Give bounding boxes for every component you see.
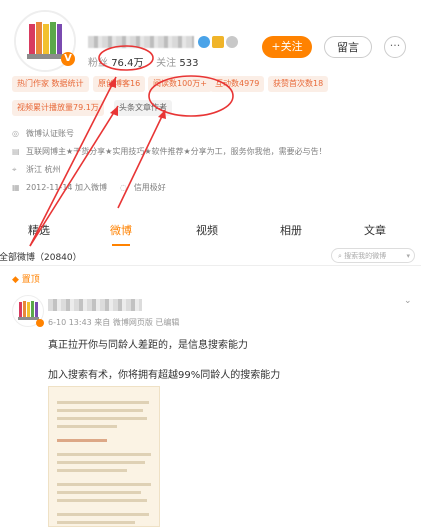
tab-article[interactable]: 文章 bbox=[364, 222, 386, 238]
info-verified: ◎ 微博认证账号 bbox=[12, 129, 74, 138]
all-posts-label[interactable]: 全部微博（20840） bbox=[0, 250, 82, 263]
verified-badge-icon: V bbox=[61, 52, 75, 66]
post-author-blurred bbox=[48, 299, 142, 311]
info-intro: ▤ 互联网博主★干货分享★实用技巧★软件推荐★分享为工，服务你我他，需要必与告！ bbox=[12, 147, 327, 156]
credit-text: 信用极好 bbox=[133, 183, 166, 192]
following-count[interactable]: 533 bbox=[179, 58, 198, 69]
info-location: ⌖ 浙江 杭州 bbox=[12, 165, 61, 174]
tag-video-plays[interactable]: 视频累计播放量79.1万 bbox=[12, 100, 104, 116]
tab-featured[interactable]: 精选 bbox=[28, 222, 50, 238]
tab-video[interactable]: 视频 bbox=[196, 222, 218, 238]
chevron-down-icon[interactable]: ▾ bbox=[406, 249, 410, 264]
profile-stats: 粉丝 76.4万 关注 533 bbox=[88, 54, 198, 69]
location-icon: ⌖ bbox=[12, 165, 17, 174]
tab-album[interactable]: 相册 bbox=[280, 222, 302, 238]
divider bbox=[0, 265, 421, 266]
more-button[interactable]: ··· bbox=[384, 36, 406, 58]
search-input[interactable]: ⌕ 搜索我的微博 ▾ bbox=[331, 248, 415, 263]
profile-card: V 粉丝 76.4万 关注 533 +关注 留言 ··· 热门作家 数据统计 原… bbox=[0, 0, 421, 248]
post-text-line1: 真正拉开你与同龄人差距的，是信息搜索能力 bbox=[48, 340, 248, 351]
post-meta: 6-10 13:43 来自 微博网页版 已编辑 bbox=[48, 318, 180, 327]
shield-icon: ◎ bbox=[12, 129, 19, 138]
post-verified-icon bbox=[36, 319, 44, 327]
info-joined: ▦ 2012-11-14 加入微博 ◌ 信用极好 bbox=[12, 183, 166, 192]
message-button[interactable]: 留言 bbox=[324, 36, 372, 58]
post-text-line2: 加入搜索有术，你将拥有超越99%同龄人的搜索能力 bbox=[48, 370, 281, 381]
active-tab-indicator bbox=[112, 244, 130, 246]
fans-label: 粉丝 bbox=[88, 58, 108, 69]
tag-headline-author[interactable]: 头条文章作者 bbox=[114, 100, 172, 116]
credit-icon: ◌ bbox=[119, 183, 127, 192]
fans-count[interactable]: 76.4万 bbox=[111, 58, 143, 69]
post-menu-icon[interactable]: ⌄ bbox=[404, 296, 412, 306]
tag-likes[interactable]: 获赞首次数18 bbox=[268, 76, 329, 92]
username-blurred bbox=[88, 36, 194, 48]
feed-header: 全部微博（20840） ⌕ 搜索我的微博 ▾ bbox=[0, 248, 421, 264]
pin-icon: ◆ bbox=[12, 275, 22, 285]
tag-hot-writer[interactable]: 热门作家 数据统计 bbox=[12, 76, 89, 92]
verified-blue-icon bbox=[198, 36, 210, 48]
follow-button[interactable]: +关注 bbox=[262, 36, 312, 58]
feed-panel: 全部微博（20840） ⌕ 搜索我的微博 ▾ ◆ 置顶 6-10 13:43 来自… bbox=[0, 248, 421, 527]
crown-icon bbox=[212, 36, 224, 48]
tag-read-count[interactable]: 阅读数100万+ bbox=[148, 76, 212, 92]
tag-original-posts[interactable]: 原创博客16 bbox=[93, 76, 146, 92]
post-image[interactable] bbox=[48, 386, 160, 527]
profile-tabs: 精选 微博 视频 相册 文章 bbox=[0, 214, 421, 248]
level-icon bbox=[226, 36, 238, 48]
calendar-icon: ▦ bbox=[12, 183, 20, 192]
tag-interactions[interactable]: 互动数4979 bbox=[210, 76, 265, 92]
tab-weibo[interactable]: 微博 bbox=[110, 222, 132, 238]
following-label: 关注 bbox=[156, 58, 177, 69]
intro-icon: ▤ bbox=[12, 147, 20, 156]
pinned-label: ◆ 置顶 bbox=[12, 275, 40, 285]
